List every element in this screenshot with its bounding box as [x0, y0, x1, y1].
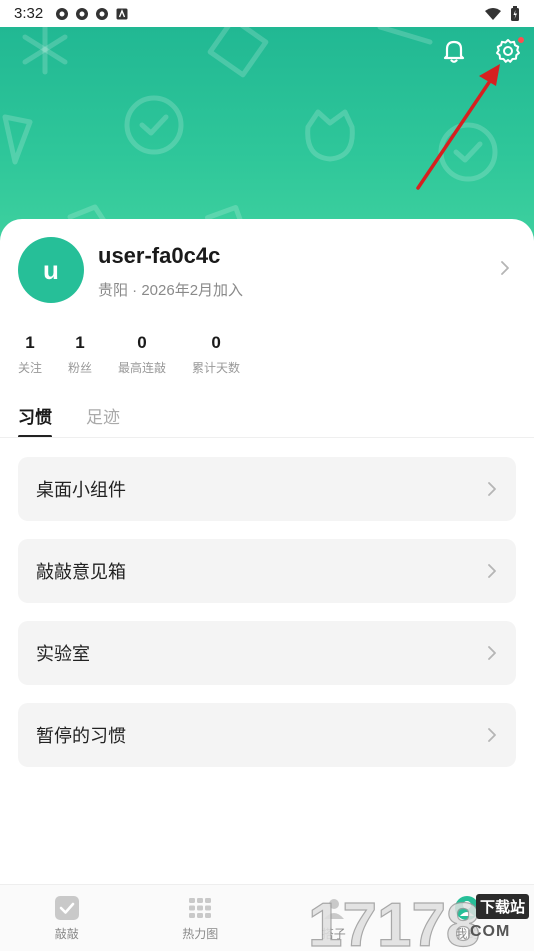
stats-row: 1 关注 1 粉丝 0 最高连敲 0 累计天数	[18, 333, 266, 376]
status-time: 3:32	[14, 5, 43, 22]
stat-label: 粉丝	[68, 359, 92, 376]
menu-item-desktop-widgets[interactable]: 桌面小组件	[18, 457, 516, 521]
notification-icon	[75, 7, 89, 21]
nav-label: 热力图	[182, 925, 218, 942]
notification-icon	[115, 7, 129, 21]
chevron-right-icon	[486, 646, 498, 660]
stat-value: 0	[211, 333, 220, 353]
chevron-right-icon	[486, 728, 498, 742]
stat-label: 累计天数	[192, 359, 240, 376]
menu-item-feedback[interactable]: 敲敲意见箱	[18, 539, 516, 603]
menu-item-label: 实验室	[36, 640, 90, 666]
notification-icon	[95, 7, 109, 21]
tab-bar: 习惯 足迹	[18, 403, 120, 428]
watermark-domain: COM	[470, 923, 510, 941]
chevron-right-icon	[486, 564, 498, 578]
notification-icon	[55, 7, 69, 21]
status-system-icons	[484, 6, 520, 22]
status-notification-icons	[55, 7, 129, 21]
menu-item-paused-habits[interactable]: 暂停的习惯	[18, 703, 516, 767]
stat-label: 关注	[18, 359, 42, 376]
status-bar: 3:32	[0, 0, 534, 27]
avatar[interactable]: u	[18, 237, 84, 303]
watermark-number: 17178	[308, 891, 480, 950]
profile-header-banner	[0, 27, 534, 247]
tab-habits[interactable]: 习惯	[18, 403, 52, 428]
wifi-icon	[484, 7, 502, 21]
settings-button[interactable]	[494, 37, 522, 65]
watermark-badge: 下载站	[476, 894, 529, 919]
stat-label: 最高连敲	[118, 359, 166, 376]
nav-item-heatmap[interactable]: 热力图	[134, 885, 268, 951]
settings-badge-dot	[518, 37, 524, 43]
menu-list: 桌面小组件 敲敲意见箱 实验室 暂停的习惯	[18, 457, 516, 785]
grid-icon	[187, 895, 213, 921]
menu-item-label: 桌面小组件	[36, 476, 126, 502]
battery-icon	[510, 6, 520, 22]
menu-item-lab[interactable]: 实验室	[18, 621, 516, 685]
notifications-button[interactable]	[440, 37, 468, 65]
stat-total-days[interactable]: 0 累计天数	[192, 333, 240, 376]
stat-max-streak[interactable]: 0 最高连敲	[118, 333, 166, 376]
menu-item-label: 暂停的习惯	[36, 722, 126, 748]
stat-value: 1	[25, 333, 34, 353]
menu-item-label: 敲敲意见箱	[36, 558, 126, 584]
tab-footprints[interactable]: 足迹	[86, 403, 120, 428]
profile-meta: 贵阳 · 2026年2月加入	[98, 279, 243, 300]
profile-card: u user-fa0c4c 贵阳 · 2026年2月加入 1 关注 1 粉丝 0…	[0, 219, 534, 950]
nav-item-knock[interactable]: 敲敲	[0, 885, 134, 951]
check-square-icon	[54, 895, 80, 921]
divider	[0, 437, 534, 438]
stat-following[interactable]: 1 关注	[18, 333, 42, 376]
stat-value: 0	[137, 333, 146, 353]
gear-icon	[495, 38, 521, 64]
username[interactable]: user-fa0c4c	[98, 243, 220, 269]
stat-value: 1	[75, 333, 84, 353]
chevron-right-icon[interactable]	[498, 261, 512, 275]
bell-icon	[442, 38, 466, 64]
chevron-right-icon	[486, 482, 498, 496]
stat-followers[interactable]: 1 粉丝	[68, 333, 92, 376]
nav-label: 敲敲	[55, 925, 79, 942]
